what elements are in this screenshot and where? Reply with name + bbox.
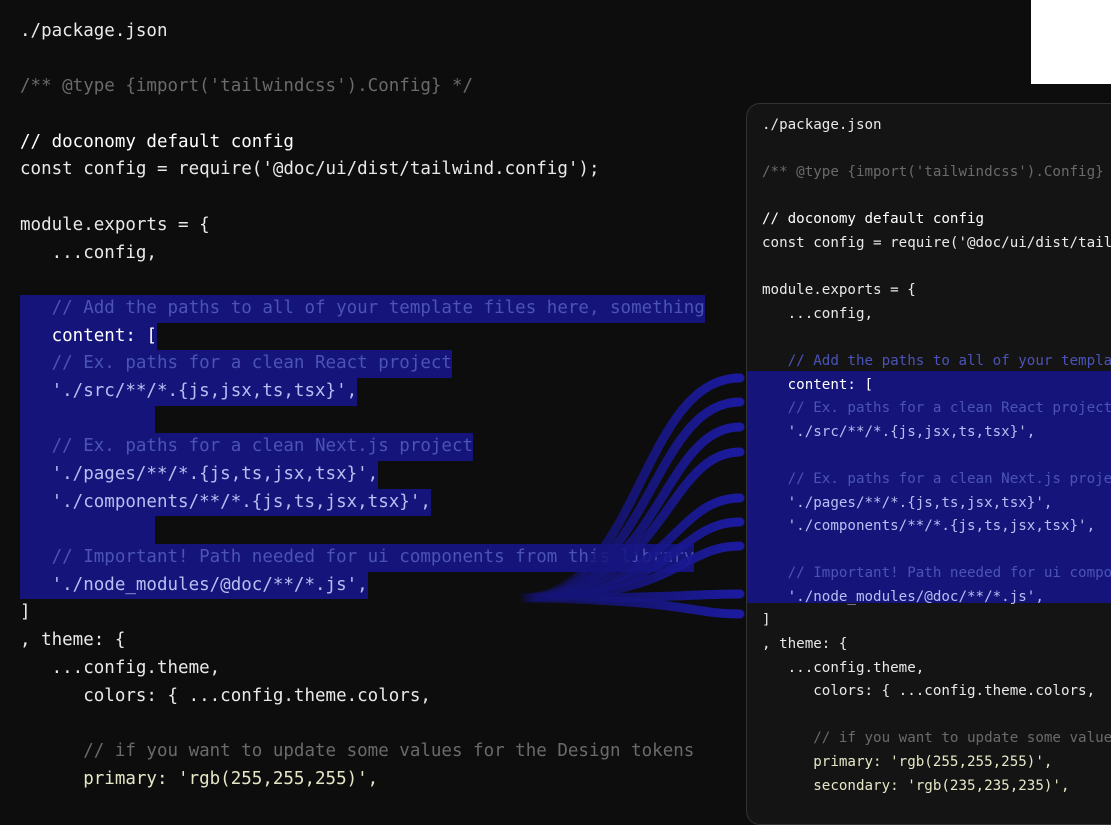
code-line-highlighted: // Ex. paths for a clean React project	[762, 400, 1111, 417]
white-corner-block	[1031, 0, 1111, 84]
code-line: primary: 'rgb(255,255,255)',	[20, 768, 379, 789]
code-line-highlighted: // Add the paths to all of your template…	[20, 294, 705, 323]
code-line: secondary: 'rgb(235,235,235)',	[762, 777, 1070, 794]
code-line-highlighted: // Important! Path needed for ui compone…	[787, 565, 1111, 582]
code-line-highlighted: './pages/**/*.{js,ts,jsx,tsx}',	[20, 461, 705, 489]
code-line: ...config,	[762, 305, 874, 322]
code-line-highlighted	[20, 516, 705, 545]
code-line: primary: 'rgb(255,255,255)',	[762, 754, 1053, 771]
code-line-highlighted: // Important! Path needed for ui compone…	[20, 544, 705, 572]
code-line-highlighted: // Add the paths to all of your template…	[787, 352, 1111, 369]
code-line-highlighted: // Ex. paths for a clean Next.js project	[762, 470, 1111, 487]
code-line: // if you want to update some values for…	[20, 740, 695, 761]
code-line: ]	[20, 602, 31, 623]
code-line: // if you want to update some values	[762, 730, 1111, 747]
code-line: , theme: {	[20, 630, 126, 651]
code-line-highlighted	[762, 539, 1111, 563]
code-line: const config = require('@doc/ui/dist/tai…	[20, 159, 600, 180]
code-line-highlighted: './components/**/*.{js,ts,jsx,tsx}',	[762, 518, 1096, 535]
code-line: module.exports = {	[20, 214, 210, 235]
code-line: module.exports = {	[762, 282, 916, 299]
code-line-highlighted: './src/**/*.{js,jsx,ts,tsx}',	[762, 423, 1036, 440]
code-line: ...config.theme,	[20, 657, 221, 678]
code-line: // doconomy default config	[762, 211, 985, 228]
code-line: colors: { ...config.theme.colors,	[762, 683, 1096, 700]
code-line: , theme: {	[762, 636, 848, 653]
code-line: ...config,	[20, 242, 157, 263]
code-line-highlighted: './src/**/*.{js,jsx,ts,tsx}',	[20, 377, 705, 406]
right-code-editor: ./package.json /** @type {import('tailwi…	[762, 114, 1111, 798]
code-line: // doconomy default config	[20, 131, 294, 152]
code-line: ]	[762, 612, 771, 629]
code-line-highlighted: content: [	[762, 376, 874, 393]
code-line-highlighted: content: [	[20, 322, 705, 351]
code-line: ./package.json	[762, 117, 882, 133]
code-preview-panel: ./package.json /** @type {import('tailwi…	[746, 103, 1111, 825]
code-line: ...config.theme,	[762, 659, 925, 676]
code-line: /** @type {import('tailwindcss').Config}…	[20, 76, 474, 97]
code-line: ./package.json	[20, 21, 168, 41]
code-line: const config = require('@doc/ui/dist/tai…	[762, 234, 1111, 251]
code-line: colors: { ...config.theme.colors,	[20, 685, 431, 706]
code-line-highlighted	[762, 444, 1111, 468]
code-line-highlighted: // Ex. paths for a clean React project	[20, 350, 705, 378]
code-line-highlighted: // Ex. paths for a clean Next.js project	[20, 433, 705, 462]
left-code-editor: ./package.json /** @type {import('tailwi…	[20, 18, 705, 793]
code-line-highlighted: './node_modules/@doc/**/*.js',	[20, 571, 705, 600]
code-line: /** @type {import('tailwindcss').Config}…	[762, 164, 1111, 181]
code-line-highlighted: './node_modules/@doc/**/*.js',	[762, 588, 1044, 605]
code-line-highlighted	[20, 405, 705, 434]
code-line-highlighted: './pages/**/*.{js,ts,jsx,tsx}',	[762, 494, 1053, 511]
code-line-highlighted: './components/**/*.{js,ts,jsx,tsx}',	[20, 488, 705, 517]
